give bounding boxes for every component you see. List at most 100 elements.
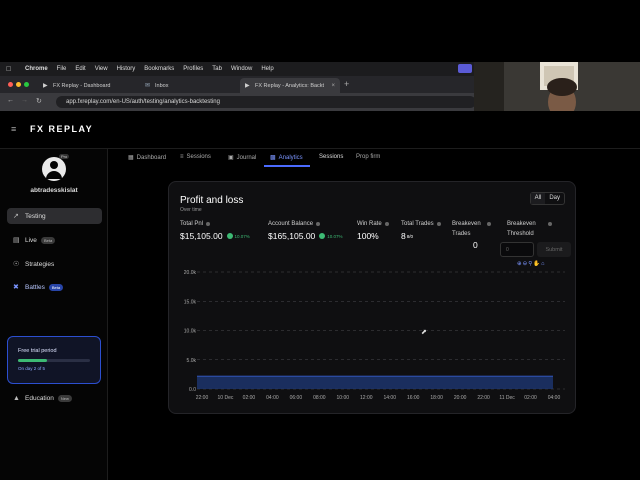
pro-badge: Pro (59, 154, 70, 159)
collapse-menu-icon[interactable]: ≡ (11, 124, 16, 134)
menu-history[interactable]: History (117, 66, 136, 72)
x-tick-label: 22:00 (196, 395, 209, 401)
menu-app-name[interactable]: Chrome (25, 66, 48, 72)
breakeven-threshold-input[interactable]: 0 (500, 242, 534, 257)
screen-record-icon[interactable] (458, 64, 472, 73)
stat-label: Total Trades (401, 221, 434, 227)
tab-prop-firm[interactable]: Prop firm (356, 154, 380, 160)
y-tick-label: 5.0k (187, 358, 197, 364)
info-icon[interactable] (206, 222, 211, 226)
sidebar-item-label: Strategies (25, 260, 55, 268)
avatar[interactable] (42, 157, 66, 181)
sidebar-item-strategies[interactable]: ☉ Strategies (7, 256, 102, 272)
stat-breakeven-trades: Breakeven Trades 0 (452, 221, 491, 250)
y-tick-label: 10.0k (184, 329, 197, 335)
sidebar-item-label: Live (25, 236, 37, 244)
site-header: ≡ FX REPLAY (0, 111, 640, 149)
browser-tab-analytics[interactable]: ▶ FX Replay - Analytics: Backt × (240, 78, 340, 93)
forward-arrow-icon[interactable]: → (21, 97, 28, 104)
pnl-chart[interactable]: 0.0 5.0k 10.0k 15.0k 20.0k 22:00 10 Dec 02:00 04… (169, 182, 577, 415)
back-arrow-icon[interactable]: ← (7, 97, 14, 104)
stat-total-pnl: Total Pnl $15,105.00 10.07% (180, 221, 250, 241)
tab-label: Analytics (278, 154, 303, 161)
menu-edit[interactable]: Edit (75, 66, 85, 72)
menu-bookmarks[interactable]: Bookmarks (144, 66, 174, 72)
maximize-window-icon[interactable] (24, 82, 29, 87)
stat-total-trades: Total Trades 8 8/0 (401, 221, 441, 241)
stat-value: 8 (401, 231, 406, 241)
x-tick-label: 08:00 (313, 395, 326, 401)
stat-change: 10.07% (327, 233, 343, 239)
profit-loss-card: 0.0 5.0k 10.0k 15.0k 20.0k 22:00 10 Dec 02:00 04… (168, 181, 576, 414)
tab-journal[interactable]: ▣ Journal (228, 154, 256, 162)
sidebar-item-testing[interactable]: ↗ Testing (7, 208, 102, 224)
sidebar: Pro abtradesskislat ↗ Testing ▤ Live Bet… (0, 149, 108, 480)
grid-icon: ▦ (128, 155, 134, 161)
up-arrow-icon (226, 233, 233, 239)
stat-label: Total Pnl (180, 221, 204, 227)
beta-badge: Beta (40, 236, 56, 244)
stat-label-2: Trades (452, 231, 471, 237)
info-icon[interactable] (384, 222, 389, 226)
x-tick-label: 12:00 (360, 395, 373, 401)
menu-window[interactable]: Window (231, 66, 252, 72)
info-icon[interactable] (436, 222, 441, 226)
reload-icon[interactable]: ↻ (36, 97, 42, 105)
card-subtitle: Over time (180, 207, 202, 213)
apple-icon[interactable]:  (6, 66, 16, 73)
minimize-window-icon[interactable] (16, 82, 21, 87)
x-tick-label: 14:00 (383, 395, 396, 401)
graduation-cap-icon: ▲ (13, 394, 20, 402)
reset-home-icon[interactable]: ⌂ (541, 261, 545, 267)
stat-breakeven-threshold: Breakeven Threshold (507, 221, 552, 237)
tab-label: FX Replay - Dashboard (53, 82, 111, 89)
submit-button[interactable]: Submit (537, 242, 571, 257)
close-tab-icon[interactable]: × (331, 83, 335, 89)
y-tick-label: 0.0 (189, 387, 196, 393)
new-tab-icon[interactable]: + (344, 79, 349, 89)
free-trial-card[interactable]: Free trial period On day 2 of 5 (7, 336, 101, 384)
tab-label: Dashboard (136, 154, 167, 161)
x-tick-label: 04:00 (266, 395, 279, 401)
menu-help[interactable]: Help (261, 66, 273, 72)
trial-title: Free trial period (18, 348, 57, 354)
address-bar[interactable]: app.fxreplay.com/en-US/auth/testing/anal… (56, 96, 476, 108)
close-window-icon[interactable] (8, 82, 13, 87)
browser-tab-inbox[interactable]: ✉ Inbox (140, 78, 238, 93)
sidebar-item-live[interactable]: ▤ Live Beta (7, 232, 102, 248)
tab-sessions-2[interactable]: Sessions (319, 154, 343, 160)
menu-file[interactable]: File (57, 66, 67, 72)
tab-sessions[interactable]: ≡ Sessions (180, 154, 211, 160)
toggle-day-button[interactable]: Day (545, 193, 564, 204)
sidebar-item-label: Education (25, 394, 54, 402)
stat-label: Breakeven (452, 221, 481, 227)
active-tab-underline (264, 165, 310, 167)
x-tick-label: 10:00 (337, 395, 350, 401)
up-arrow-icon (319, 233, 326, 239)
pan-hand-icon[interactable]: ✋ (533, 261, 541, 267)
stat-label: Account Balance (268, 221, 314, 227)
toggle-all-button[interactable]: All (530, 193, 546, 204)
info-icon[interactable] (547, 222, 552, 226)
y-tick-label: 15.0k (184, 299, 197, 305)
stat-label-2: Threshold (507, 231, 534, 237)
sidebar-item-education[interactable]: ▲ Education New (7, 390, 102, 406)
tab-analytics[interactable]: ▩ Analytics (270, 154, 303, 162)
bar-chart-icon: ▩ (270, 155, 276, 161)
chart-toolbar: ⊕⊖⚲✋⌂ (517, 261, 545, 267)
tab-dashboard[interactable]: ▦ Dashboard (128, 154, 167, 162)
menu-view[interactable]: View (95, 66, 108, 72)
stat-value: $165,105.00 (268, 231, 316, 241)
sidebar-item-battles[interactable]: ✖ Battles Beta (7, 279, 102, 295)
browser-tab-dashboard[interactable]: ▶ FX Replay - Dashboard (38, 78, 138, 93)
menu-tab[interactable]: Tab (212, 66, 222, 72)
fxreplay-logo[interactable]: FX REPLAY (30, 124, 93, 134)
sidebar-item-label: Battles (25, 283, 45, 291)
menu-profiles[interactable]: Profiles (183, 66, 203, 72)
screen:  Chrome File Edit View History Bookmark… (0, 0, 640, 480)
compass-icon: ☉ (13, 261, 20, 268)
stat-win-rate: Win Rate 100% (357, 221, 389, 241)
info-icon[interactable] (486, 222, 491, 226)
list-icon: ≡ (180, 154, 184, 160)
info-icon[interactable] (316, 222, 321, 226)
